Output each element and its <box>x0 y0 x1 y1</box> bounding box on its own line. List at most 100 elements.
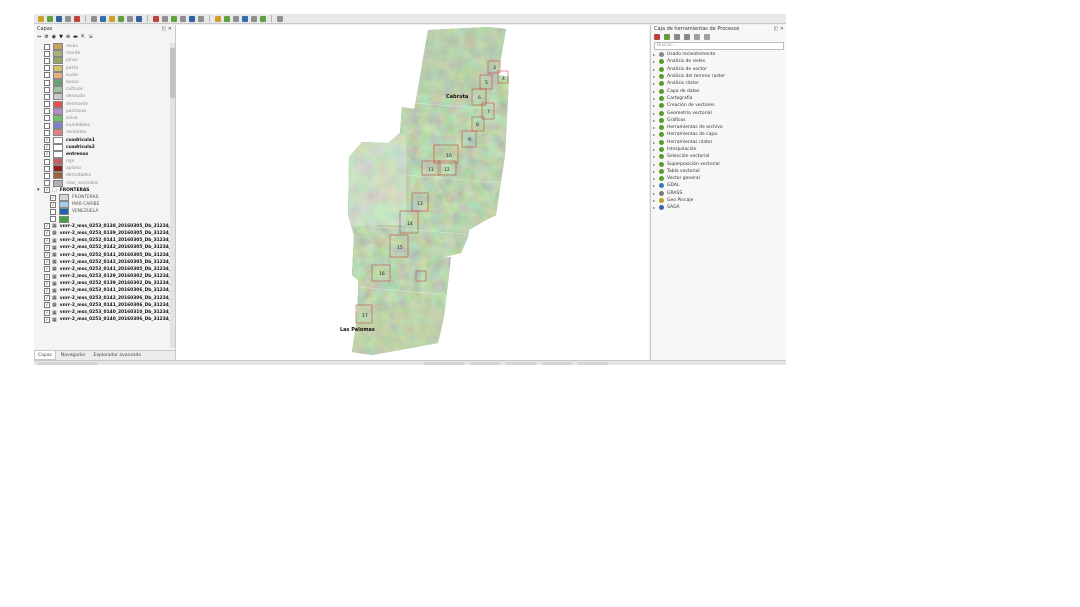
wrench-icon[interactable] <box>704 34 710 40</box>
toolbox-search-input[interactable]: Buscar... <box>654 42 784 50</box>
layer-item[interactable]: pasto <box>34 64 175 72</box>
layer-visibility-checkbox[interactable] <box>44 172 50 179</box>
toolbox-provider-item[interactable]: ▸ Tabla vectorial <box>651 168 786 175</box>
toolbar-tool-icon[interactable] <box>74 15 80 22</box>
layer-item[interactable]: monte <box>34 50 175 58</box>
toolbar-tool-icon[interactable] <box>171 15 177 22</box>
layer-group-subitem[interactable] <box>34 215 175 223</box>
model-icon[interactable] <box>654 34 660 40</box>
layer-item[interactable]: cultivos <box>34 86 175 94</box>
layers-tool-icon[interactable]: ⊕ <box>66 34 70 40</box>
layer-visibility-checkbox[interactable]: ✓ <box>44 309 50 316</box>
options-icon[interactable] <box>694 34 700 40</box>
raster-layer-item[interactable]: ✓ ▦ vnrr-2_mss_0252_0141_20160305_Db_31234… <box>34 251 175 259</box>
raster-layer-item[interactable]: ✓ ▦ vnrr-2_mss_0252_0142_20160305_Db_31234… <box>34 259 175 266</box>
layer-item[interactable]: inundables <box>34 122 175 130</box>
layer-visibility-checkbox[interactable] <box>44 180 50 187</box>
coordinate-field[interactable] <box>424 361 464 365</box>
map-canvas[interactable]: 3 4 5 6 7 8 9 10 11 12 13 14 15 16 17 Cabruta Las Palo… <box>176 25 649 360</box>
toolbar-tool-icon[interactable] <box>189 15 195 22</box>
layer-visibility-checkbox[interactable] <box>44 65 50 72</box>
layer-item[interactable]: bosco <box>34 79 175 87</box>
toolbar-tool-icon[interactable] <box>127 15 133 22</box>
layer-visibility-checkbox[interactable] <box>50 208 56 215</box>
layer-visibility-checkbox[interactable]: ✓ <box>44 252 50 259</box>
toolbar-tool-icon[interactable] <box>153 15 159 22</box>
toolbox-provider-item[interactable]: ▸ Herramientas ráster <box>651 139 786 146</box>
scale-field[interactable] <box>470 361 500 365</box>
layer-item[interactable]: ✓ entrenos <box>34 150 175 158</box>
layer-visibility-checkbox[interactable]: ✓ <box>44 237 50 244</box>
layer-item[interactable]: selva <box>34 114 175 122</box>
layer-visibility-checkbox[interactable]: ✓ <box>44 302 50 309</box>
raster-layer-item[interactable]: ✓ ▦ vnrr-2_mss_0253_0139_20160302_Db_31234… <box>34 273 175 280</box>
layer-visibility-checkbox[interactable] <box>44 79 50 86</box>
layer-visibility-checkbox[interactable] <box>44 43 50 50</box>
panel-controls[interactable]: ◰ ✕ <box>773 25 784 33</box>
toolbar-tool-icon[interactable] <box>180 15 186 22</box>
toolbar-tool-icon[interactable] <box>260 15 266 22</box>
toolbar-tool-icon[interactable] <box>242 15 248 22</box>
layer-item[interactable]: ✓ cuadricula2 <box>34 143 175 151</box>
toolbar-tool-icon[interactable] <box>233 15 239 22</box>
layer-visibility-checkbox[interactable] <box>44 158 50 165</box>
layers-tool-icon[interactable]: ▼ <box>59 34 63 40</box>
layers-tool-icon[interactable]: ⇔ <box>37 34 41 40</box>
layer-item[interactable]: recientes <box>34 129 175 137</box>
layer-visibility-checkbox[interactable] <box>44 50 50 57</box>
layer-item[interactable]: rojo <box>34 158 175 166</box>
layer-visibility-checkbox[interactable]: ✓ <box>44 144 50 151</box>
toolbox-provider-item[interactable]: ▸ Vector general <box>651 175 786 182</box>
layer-visibility-checkbox[interactable] <box>44 129 50 136</box>
panel-controls[interactable]: ◰ ✕ <box>161 25 172 33</box>
scripts-icon[interactable] <box>664 34 670 40</box>
toolbar-tool-icon[interactable] <box>47 15 53 22</box>
layer-visibility-checkbox[interactable]: ✓ <box>50 194 56 201</box>
layer-group-subitem[interactable]: ✓ FRONTERAS <box>34 194 175 202</box>
expand-arrow-icon[interactable]: ▾ <box>37 187 42 193</box>
layer-group-fronteras[interactable]: ▾ ✓ ⬚ FRONTERAS <box>34 187 175 194</box>
toolbar-tool-icon[interactable] <box>198 15 204 22</box>
toolbar-tool-icon[interactable] <box>215 15 221 22</box>
raster-layer-item[interactable]: ✓ ▦ vnrr-2_mss_0253_0141_20160306_Db_31234… <box>34 287 175 294</box>
toolbar-tool-icon[interactable] <box>251 15 257 22</box>
layer-visibility-checkbox[interactable]: ✓ <box>44 244 50 251</box>
layer-item[interactable]: reas_vecinales <box>34 179 175 187</box>
raster-layer-item[interactable]: ✓ ▦ vnrr-2_mss_0252_0142_20160305_Db_31234… <box>34 244 175 251</box>
layer-visibility-checkbox[interactable] <box>44 86 50 93</box>
raster-layer-item[interactable]: ✓ ▦ vnrr-2_mss_0253_0140_20160306_Db_31234… <box>34 316 175 323</box>
toolbox-provider-item[interactable]: ▸ Superposición vectorial <box>651 160 786 167</box>
toolbox-provider-item[interactable]: ▸ Análisis de vector <box>651 66 786 73</box>
layer-item[interactable]: ✓ cuadricula1 <box>34 136 175 144</box>
toolbar-tool-icon[interactable] <box>136 15 142 22</box>
layer-visibility-checkbox[interactable]: ✓ <box>44 187 50 194</box>
toolbox-provider-item[interactable]: ▸ Creación de vectores <box>651 102 786 109</box>
layers-tool-icon[interactable]: ◉ <box>52 34 56 40</box>
raster-layer-item[interactable]: ✓ ▦ vnrr-2_mss_0253_0141_20160306_Db_31234… <box>34 302 175 309</box>
magnifier-field[interactable] <box>506 361 536 365</box>
layer-visibility-checkbox[interactable]: ✓ <box>44 230 50 237</box>
toolbar-tool-icon[interactable] <box>277 15 283 22</box>
toolbox-provider-item[interactable]: ▸ GRASS <box>651 190 786 197</box>
toolbar-tool-icon[interactable] <box>109 15 115 22</box>
layer-group-subitem[interactable]: ✓ MAR CARIBE <box>34 201 175 209</box>
raster-layer-item[interactable]: ✓ ▦ vnrr-2_mss_0253_0142_20160306_Db_31234… <box>34 295 175 302</box>
layer-item[interactable]: desnudo <box>34 93 175 101</box>
crs-field[interactable] <box>578 361 608 365</box>
layer-visibility-checkbox[interactable] <box>44 108 50 115</box>
toolbar-tool-icon[interactable] <box>224 15 230 22</box>
layer-item[interactable]: densidades <box>34 172 175 180</box>
raster-layer-item[interactable]: ✓ ▦ vnrr-2_mss_0252_0141_20160305_Db_31234… <box>34 237 175 244</box>
layer-item[interactable]: desmonte <box>34 100 175 108</box>
layer-visibility-checkbox[interactable]: ✓ <box>44 266 50 273</box>
tab-capas[interactable]: Capas <box>34 351 56 360</box>
layer-group-subitem[interactable]: VENEZUELA <box>34 208 175 216</box>
tab-navegador[interactable]: Navegador <box>58 351 89 360</box>
layer-visibility-checkbox[interactable]: ✓ <box>44 280 50 287</box>
layer-visibility-checkbox[interactable] <box>44 72 50 79</box>
layer-visibility-checkbox[interactable]: ✓ <box>44 151 50 158</box>
raster-layer-item[interactable]: ✓ ▦ vnrr-2_mss_0253_0139_20160305_Db_31234… <box>34 230 175 237</box>
layers-tool-icon[interactable]: ⇲ <box>88 34 92 40</box>
rotation-field[interactable] <box>542 361 572 365</box>
layers-scrollbar[interactable] <box>170 43 175 348</box>
